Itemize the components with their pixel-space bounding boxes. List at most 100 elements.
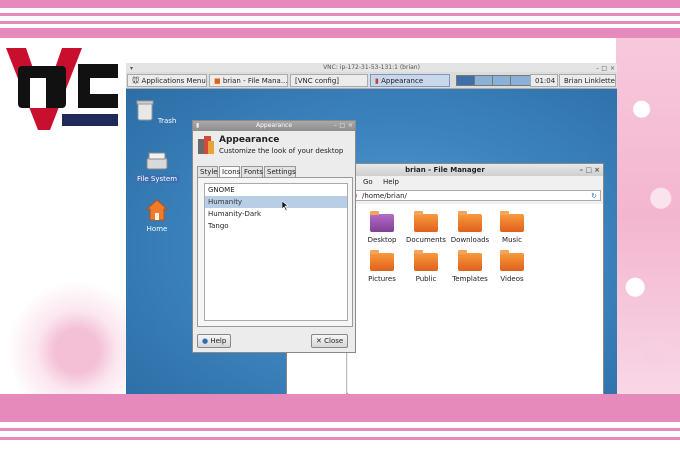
folder-documents[interactable]: Documents xyxy=(402,211,450,244)
icon-theme-humanity-dark[interactable]: Humanity-Dark xyxy=(205,208,347,220)
folder-icon xyxy=(414,211,438,232)
close-icon: ✕ xyxy=(316,337,322,345)
vnc-title: VNC: ip-172-31-53-131:1 (brian) xyxy=(323,64,420,71)
top-stripe xyxy=(0,13,680,16)
icons-tab-panel: GNOME Humanity Humanity-Dark Tango xyxy=(197,177,353,327)
tab-icons[interactable]: Icons xyxy=(219,166,240,177)
top-stripe xyxy=(0,21,680,24)
mouse-icon: 🐭 xyxy=(132,77,140,85)
folder-pictures[interactable]: Pictures xyxy=(358,250,406,283)
folder-downloads[interactable]: Downloads xyxy=(446,211,494,244)
menu-go[interactable]: Go xyxy=(363,178,373,186)
close-button[interactable]: ✕ Close xyxy=(311,334,349,348)
close-icon[interactable]: × xyxy=(594,164,600,176)
appearance-subheading: Customize the look of your desktop xyxy=(219,147,344,155)
maximize-icon[interactable]: □ xyxy=(585,164,592,176)
workspace-1[interactable] xyxy=(457,76,475,85)
appearance-icon: ▮ xyxy=(375,77,379,85)
taskbar-appearance[interactable]: ▮ Appearance xyxy=(370,74,450,87)
workspace-3[interactable] xyxy=(493,76,511,85)
help-label: Help xyxy=(210,337,227,345)
minimize-icon[interactable]: – xyxy=(580,164,584,176)
workspace-switcher[interactable] xyxy=(456,75,530,86)
folder-desktop[interactable]: Desktop xyxy=(358,211,406,244)
folder-label: Public xyxy=(415,275,437,283)
bottom-stripe xyxy=(0,437,680,440)
appearance-app-icon: ▮ xyxy=(196,122,200,129)
menu-help[interactable]: Help xyxy=(383,178,399,186)
folder-templates[interactable]: Templates xyxy=(446,250,494,283)
appearance-dialog: ▮ Appearance – □ × Appearance Customize … xyxy=(192,120,356,353)
folder-label: Documents xyxy=(406,236,446,244)
top-panel: 🐭 Applications Menu ■ brian - File Mana.… xyxy=(126,72,617,89)
minimize-icon[interactable]: – xyxy=(334,121,337,131)
close-label: Close xyxy=(324,337,344,345)
file-manager-title: brian - File Manager xyxy=(405,166,485,174)
icon-theme-list[interactable]: GNOME Humanity Humanity-Dark Tango xyxy=(204,183,348,321)
vnc-titlebar: ▾ VNC: ip-172-31-53-131:1 (brian) – □ × xyxy=(126,63,617,72)
appearance-window-title: Appearance xyxy=(255,122,293,129)
folder-label: Desktop xyxy=(367,236,397,244)
taskbar-label: [VNC config] xyxy=(295,77,340,85)
help-button[interactable]: ● Help xyxy=(197,334,232,348)
clock-text: 01:04 xyxy=(535,77,556,85)
location-path: /home/brian/ xyxy=(362,192,407,200)
icon-theme-tango[interactable]: Tango xyxy=(205,220,347,232)
top-band xyxy=(0,0,680,8)
appearance-titlebar[interactable]: ▮ Appearance – □ × xyxy=(193,121,355,131)
panel-clock[interactable]: 01:04 xyxy=(530,74,558,87)
folder-public[interactable]: Public xyxy=(402,250,450,283)
folder-icon xyxy=(500,211,524,232)
desktop-icon-file-system[interactable]: File System xyxy=(134,151,180,183)
tab-label: Settings xyxy=(267,168,296,176)
bottom-band xyxy=(0,394,680,422)
bottom-stripe xyxy=(0,428,680,431)
applications-menu-button[interactable]: 🐭 Applications Menu xyxy=(127,74,207,87)
folder-icon xyxy=(500,250,524,271)
vnc-logo xyxy=(6,48,118,130)
folder-label: Music xyxy=(502,236,522,244)
tab-label: Style xyxy=(200,168,218,176)
folder-icon xyxy=(370,211,394,232)
reload-icon[interactable]: ↻ xyxy=(591,191,597,201)
taskbar-file-manager[interactable]: ■ brian - File Mana... xyxy=(209,74,288,87)
appearance-heading: Appearance xyxy=(219,135,280,145)
tab-fonts[interactable]: Fonts xyxy=(241,166,263,177)
tab-settings[interactable]: Settings xyxy=(264,166,296,177)
drive-icon xyxy=(146,152,168,170)
icon-theme-gnome[interactable]: GNOME xyxy=(205,184,347,196)
applications-menu-label: Applications Menu xyxy=(141,77,206,85)
folder-icon: ■ xyxy=(214,77,221,85)
desktop-icon-home[interactable]: Home xyxy=(134,199,180,233)
vnc-window: ▾ VNC: ip-172-31-53-131:1 (brian) – □ × … xyxy=(126,63,617,394)
tab-label: Fonts xyxy=(244,168,263,176)
workspace-2[interactable] xyxy=(475,76,493,85)
desktop-icon-trash[interactable]: Trash xyxy=(134,99,180,125)
folder-label: Pictures xyxy=(368,275,396,283)
location-bar[interactable]: ⊖ /home/brian/ ↻ xyxy=(349,190,601,201)
desktop-icon-label: Home xyxy=(146,225,168,233)
folder-label: Templates xyxy=(452,275,488,283)
taskbar-vnc-config[interactable]: [VNC config] xyxy=(290,74,368,87)
cherry-blossom-decoration xyxy=(0,250,128,394)
folder-label: Videos xyxy=(500,275,524,283)
tab-style[interactable]: Style xyxy=(197,166,218,177)
icon-theme-humanity[interactable]: Humanity xyxy=(205,196,347,208)
folder-icon xyxy=(370,250,394,271)
folder-label: Downloads xyxy=(450,236,490,244)
file-manager-content[interactable]: Desktop Documents Downloads Music Pictur… xyxy=(348,204,603,394)
maximize-icon[interactable]: □ xyxy=(339,121,345,131)
close-icon[interactable]: × xyxy=(348,121,353,131)
workspace-4[interactable] xyxy=(511,76,530,85)
tab-label: Icons xyxy=(222,168,241,176)
folder-icon xyxy=(458,250,482,271)
taskbar-label: Appearance xyxy=(381,77,424,85)
folder-music[interactable]: Music xyxy=(488,211,536,244)
mouse-pointer-icon xyxy=(282,201,289,211)
top-band-lower xyxy=(0,28,680,38)
taskbar-label: brian - File Mana... xyxy=(222,77,288,85)
trash-icon xyxy=(136,100,154,121)
folder-icon xyxy=(414,250,438,271)
panel-user[interactable]: Brian Linkletter xyxy=(559,74,616,87)
folder-videos[interactable]: Videos xyxy=(488,250,536,283)
